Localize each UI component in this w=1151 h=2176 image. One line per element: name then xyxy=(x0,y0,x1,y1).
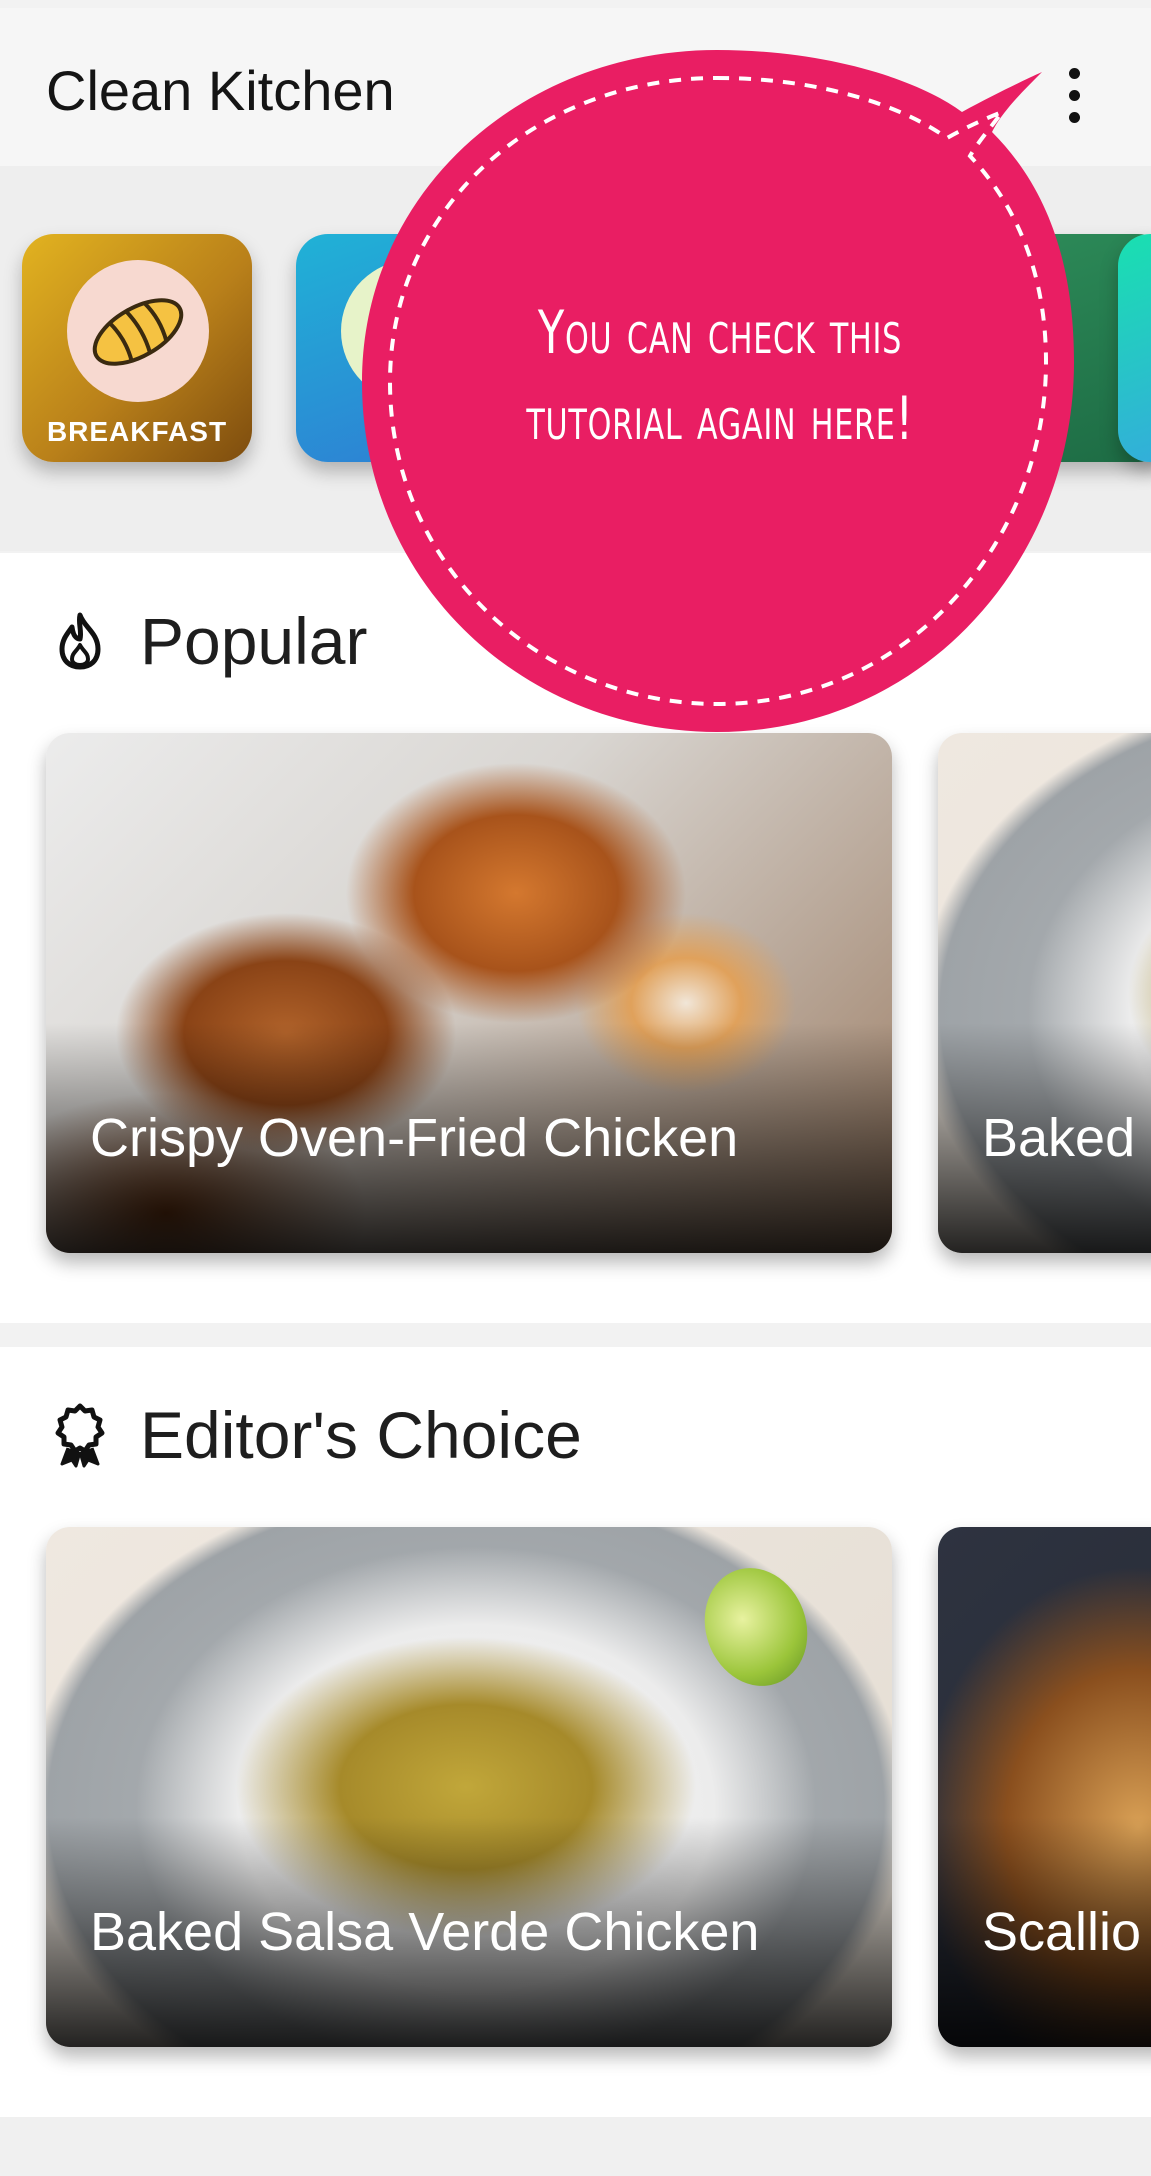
tutorial-text: You can check this tutorial again here! xyxy=(490,290,951,462)
recipe-card[interactable]: Baked Salsa Verde Chicken xyxy=(46,1527,892,2047)
recipe-title: Scallio xyxy=(982,1902,1142,1962)
tutorial-line-1: You can check this xyxy=(537,298,903,368)
popular-header: Popular xyxy=(52,601,368,681)
tutorial-line-2: tutorial again here! xyxy=(526,384,914,454)
recipe-card[interactable]: Crispy Oven-Fried Chicken xyxy=(46,733,892,1253)
app-title: Clean Kitchen xyxy=(46,59,395,122)
recipe-title: Baked xyxy=(982,1108,1136,1168)
section-title: Editor's Choice xyxy=(140,1398,582,1472)
recipe-card[interactable]: Baked xyxy=(938,733,1151,1253)
bottom-strip xyxy=(0,2117,1151,2176)
editors-choice-section: Editor's Choice Baked Salsa Verde Chicke… xyxy=(0,1347,1151,2117)
category-label: BREAKFAST xyxy=(46,416,228,447)
croissant-icon xyxy=(67,260,209,402)
recipe-title: Crispy Oven-Fried Chicken xyxy=(90,1108,739,1168)
category-item[interactable] xyxy=(1118,234,1151,462)
recipe-card[interactable]: Scallio xyxy=(938,1527,1151,2047)
flame-icon xyxy=(59,612,101,670)
lime-decoration xyxy=(688,1553,824,1701)
category-breakfast[interactable]: BREAKFAST xyxy=(22,234,252,462)
award-icon xyxy=(55,1403,105,1468)
editors-choice-header: Editor's Choice xyxy=(52,1395,582,1475)
section-title: Popular xyxy=(140,604,368,678)
recipe-title: Baked Salsa Verde Chicken xyxy=(90,1902,760,1962)
